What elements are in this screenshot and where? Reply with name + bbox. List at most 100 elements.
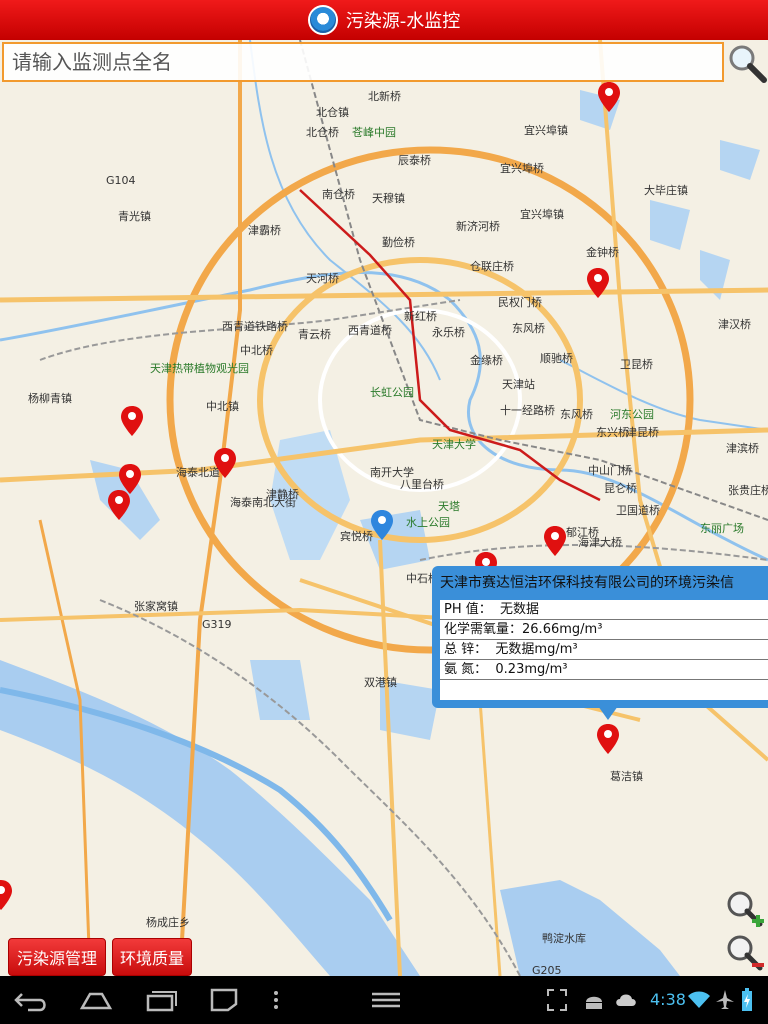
map-label: 卫国道桥	[616, 504, 660, 517]
status-clock: 4:38	[650, 990, 686, 1009]
row-label: PH 值：	[444, 602, 492, 617]
map-label: 津昆桥	[626, 426, 659, 439]
cloud-icon	[616, 994, 636, 1006]
map-label: 葛洁镇	[610, 770, 643, 783]
app-logo-icon	[307, 5, 338, 35]
row-value: 0.23mg/m³	[495, 662, 568, 677]
map-label: 金缘桥	[470, 354, 503, 367]
map-label: 南仓桥	[322, 188, 355, 201]
row-label: 总 锌：	[444, 642, 488, 657]
monitor-point-marker[interactable]	[544, 526, 566, 556]
monitor-point-marker[interactable]	[121, 406, 143, 436]
current-location-marker[interactable]	[371, 510, 393, 540]
map-label: 顺驰桥	[540, 352, 573, 365]
popup-row-ph: PH 值： 无数据	[440, 600, 768, 620]
popup-row-zinc: 总 锌： 无数据mg/m³	[440, 640, 768, 660]
map-label: 北新桥	[368, 90, 401, 103]
zoom-in-icon[interactable]	[724, 888, 766, 930]
monitor-point-marker[interactable]	[108, 490, 130, 520]
map-label: 津霸桥	[248, 224, 281, 237]
popup-data-table: PH 值： 无数据 化学需氧量：26.66mg/m³ 总 锌： 无数据mg/m³…	[440, 600, 768, 700]
airplane-mode-icon	[716, 990, 734, 1009]
popup-pointer	[598, 706, 618, 720]
back-icon[interactable]	[14, 988, 50, 1012]
app-title: 污染源-水监控	[345, 11, 461, 32]
map-label: 青光镇	[118, 210, 151, 223]
row-value: 无数据	[500, 602, 540, 617]
map-label: 东丽广场	[700, 522, 744, 535]
fullscreen-icon[interactable]	[546, 988, 568, 1012]
map-label: 大毕庄镇	[644, 184, 688, 197]
map-label: 水上公园	[406, 516, 450, 529]
map-label: 津滨桥	[726, 442, 759, 455]
map-label: 仓联庄桥	[470, 260, 514, 273]
battery-charging-icon	[742, 988, 752, 1011]
map-label: 新济河桥	[456, 220, 500, 233]
monitor-point-marker[interactable]	[597, 724, 619, 754]
map-label: 张家窝镇	[134, 600, 178, 613]
system-nav-bar: 4:38	[0, 976, 768, 1024]
map-label: G205	[532, 964, 562, 976]
monitor-point-marker[interactable]	[214, 448, 236, 478]
map-label: 北仓镇	[316, 106, 349, 119]
map-label: 中山门桥	[588, 464, 632, 477]
map-view[interactable]: 北新桥 北仓镇 北仓桥 苍峰中园 宜兴埠镇 宜兴埠桥 辰泰桥 南仓桥 天穆镇 大…	[0, 40, 768, 976]
map-label: 鸭淀水库	[542, 932, 586, 945]
map-label: 十一经路桥	[500, 404, 555, 417]
map-label: 天津大学	[432, 438, 476, 451]
search-input[interactable]	[4, 44, 722, 80]
map-label: 昆仑桥	[604, 482, 637, 495]
map-label: 海泰南北大街	[230, 496, 296, 509]
map-label: 西青道铁路桥	[222, 320, 288, 333]
map-label: 宜兴埠镇	[524, 124, 568, 137]
monitor-point-marker[interactable]	[0, 880, 12, 910]
map-label: 杨柳青镇	[28, 392, 72, 405]
map-label: 青云桥	[298, 328, 331, 341]
list-menu-icon[interactable]	[370, 988, 402, 1012]
map-label: 东风桥	[512, 322, 545, 335]
monitor-point-marker[interactable]	[587, 268, 609, 298]
zoom-out-icon[interactable]	[724, 932, 766, 974]
map-label: 东兴桥	[596, 426, 629, 439]
map-label: 民权门桥	[498, 296, 542, 309]
map-label: 津汉桥	[718, 318, 751, 331]
monitor-info-popup[interactable]: 天津市赛达恒洁环保科技有限公司的环境污染信 PH 值： 无数据 化学需氧量：26…	[432, 566, 768, 708]
map-label: 辰泰桥	[398, 154, 431, 167]
screenshot-icon[interactable]	[210, 988, 240, 1012]
map-label: 宜兴埠桥	[500, 162, 544, 175]
row-label: 氨 氮：	[444, 662, 488, 677]
wifi-icon	[688, 991, 710, 1008]
map-label: 天津站	[502, 378, 535, 391]
map-label: 杨成庄乡	[146, 916, 190, 929]
map-label: 双港镇	[364, 676, 397, 689]
menu-dots-icon[interactable]	[270, 988, 282, 1012]
recent-apps-icon[interactable]	[144, 988, 180, 1012]
map-label: 长虹公园	[370, 386, 414, 399]
map-label: 金钟桥	[586, 246, 619, 259]
map-label: 宾悦桥	[340, 530, 373, 543]
monitor-point-marker[interactable]	[598, 82, 620, 112]
map-label: 北仓桥	[306, 126, 339, 139]
android-debug-icon	[586, 996, 602, 1009]
map-label: 天塔	[438, 500, 460, 513]
map-label: 天河桥	[306, 272, 339, 285]
row-value: 26.66mg/m³	[522, 622, 603, 637]
map-label: 勤俭桥	[382, 236, 415, 249]
search-icon[interactable]	[724, 42, 768, 84]
popup-row-ammonia: 氨 氮： 0.23mg/m³	[440, 660, 768, 680]
map-label: 东风桥	[560, 408, 593, 421]
map-label: 新红桥	[404, 310, 437, 323]
map-label: G104	[106, 174, 136, 187]
map-label: 苍峰中园	[352, 126, 396, 139]
map-label: 天津热带植物观光园	[150, 362, 249, 375]
pollution-management-button[interactable]: 污染源管理	[8, 938, 106, 976]
map-label: 中北桥	[240, 344, 273, 357]
row-value: 无数据mg/m³	[495, 642, 578, 657]
map-label: 海津大桥	[578, 536, 622, 549]
title-bar: 污染源-水监控	[0, 0, 768, 40]
map-label: 卫昆桥	[620, 358, 653, 371]
row-label: 化学需氧量：	[444, 622, 523, 637]
environment-quality-button[interactable]: 环境质量	[112, 938, 192, 976]
home-icon[interactable]	[78, 988, 114, 1012]
search-box[interactable]	[2, 42, 724, 82]
